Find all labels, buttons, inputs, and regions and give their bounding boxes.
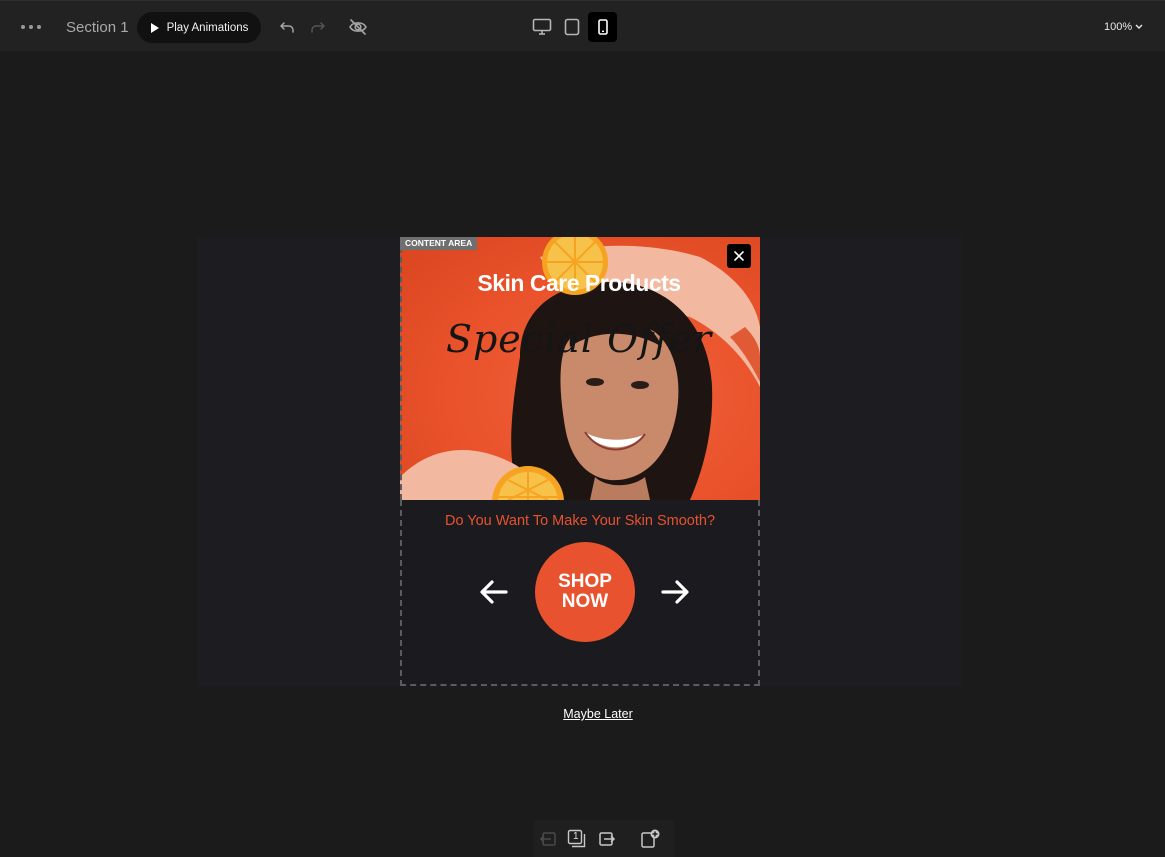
special-offer-text[interactable]: Special Offer (400, 317, 758, 361)
page-toolbar: 1 (533, 820, 675, 857)
more-dots-icon[interactable] (18, 16, 44, 38)
section-title[interactable]: Section 1 (66, 17, 129, 37)
play-icon (150, 22, 159, 33)
shop-now-line2: NOW (561, 591, 609, 612)
play-animations-button[interactable]: Play Animations (137, 12, 261, 43)
arrow-right-icon[interactable] (659, 576, 691, 608)
zoom-value: 100% (1104, 21, 1133, 33)
close-icon[interactable] (727, 244, 751, 268)
zoom-dropdown[interactable]: 100% (1104, 18, 1143, 36)
page-number: 1 (573, 831, 579, 842)
top-toolbar: Section 1 Play Animations 100% (0, 0, 1165, 51)
desktop-icon[interactable] (530, 15, 554, 39)
question-text[interactable]: Do You Want To Make Your Skin Smooth? (400, 513, 760, 529)
shop-now-button[interactable]: SHOP NOW (535, 542, 635, 642)
mobile-icon[interactable] (588, 12, 617, 42)
chevron-down-icon (1135, 24, 1143, 29)
move-left-icon[interactable] (537, 828, 559, 850)
redo-icon[interactable] (307, 16, 329, 38)
arrow-left-icon[interactable] (478, 576, 510, 608)
page-icon[interactable]: 1 (566, 828, 588, 850)
undo-icon[interactable] (276, 16, 298, 38)
add-page-icon[interactable] (639, 828, 661, 850)
maybe-later-link[interactable]: Maybe Later (540, 707, 656, 721)
tablet-icon[interactable] (561, 15, 583, 39)
eye-off-icon[interactable] (347, 16, 369, 38)
shop-now-line1: SHOP (558, 571, 612, 592)
move-right-icon[interactable] (596, 828, 618, 850)
hero-image[interactable]: CONTENT AREA Skin Care Products Special … (400, 237, 760, 500)
content-area-tag: CONTENT AREA (400, 237, 478, 250)
popup-title[interactable]: Skin Care Products (400, 270, 758, 297)
play-animations-label: Play Animations (166, 21, 249, 34)
